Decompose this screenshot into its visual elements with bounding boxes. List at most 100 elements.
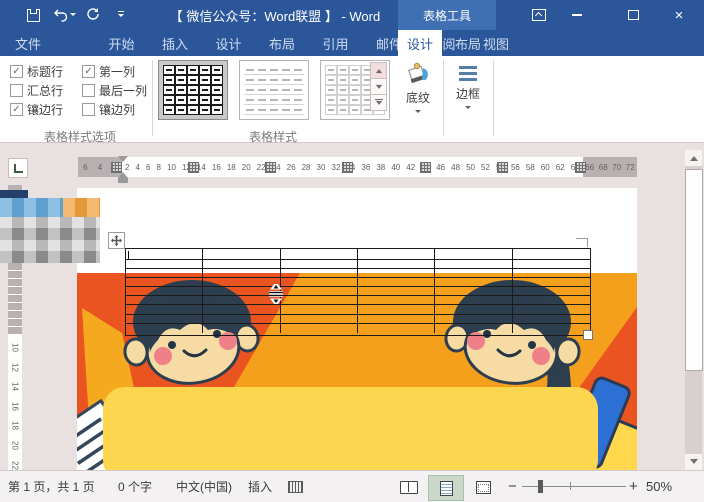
table-cell[interactable] [435, 287, 512, 296]
redo-icon[interactable] [82, 4, 104, 26]
word-count[interactable]: 0 个字 [118, 471, 152, 502]
table-cell[interactable] [358, 278, 435, 287]
table-column-marker[interactable] [342, 162, 353, 173]
checkbox-第一列[interactable]: ✓第一列 [82, 62, 160, 81]
checkbox-汇总行[interactable]: 汇总行 [10, 81, 82, 100]
table-cell[interactable] [281, 249, 358, 260]
table-cell[interactable] [358, 296, 435, 305]
checkbox-镶边列[interactable]: 镶边列 [82, 100, 160, 119]
table-cell[interactable] [358, 269, 435, 278]
table-cell[interactable] [513, 305, 590, 314]
first-line-indent-marker[interactable] [118, 156, 128, 167]
table-cell[interactable] [358, 315, 435, 324]
macro-icon[interactable] [288, 471, 303, 502]
document-table[interactable] [125, 248, 591, 336]
document-page[interactable] [77, 188, 637, 470]
table-cell[interactable] [126, 249, 203, 260]
zoom-level[interactable]: 50% [646, 471, 672, 502]
tab-5[interactable]: 引用 [314, 30, 358, 56]
tab-file[interactable]: 文件 [6, 30, 50, 56]
table-cell[interactable] [435, 249, 512, 260]
table-cell[interactable] [281, 260, 358, 269]
save-icon[interactable] [22, 4, 44, 26]
ribbon-display-icon[interactable] [524, 0, 554, 30]
table-cell[interactable] [281, 287, 358, 296]
table-cell[interactable] [435, 269, 512, 278]
scrollbar-thumb[interactable] [685, 169, 703, 371]
table-column-marker[interactable] [188, 162, 199, 173]
table-cell[interactable] [203, 269, 280, 278]
table-cell[interactable] [126, 269, 203, 278]
scroll-up-button[interactable] [685, 150, 702, 166]
maximize-icon[interactable] [618, 0, 648, 30]
table-cell[interactable] [435, 324, 512, 333]
read-mode-button[interactable] [392, 475, 426, 499]
gallery-scroll-down-button[interactable] [370, 78, 387, 95]
table-cell[interactable] [281, 315, 358, 324]
table-cell[interactable] [513, 296, 590, 305]
table-cell[interactable] [126, 296, 203, 305]
checkbox-最后一列[interactable]: 最后一列 [82, 81, 160, 100]
table-cell[interactable] [358, 287, 435, 296]
tab-2[interactable]: 插入 [153, 30, 197, 56]
table-cell[interactable] [126, 305, 203, 314]
table-cell[interactable] [513, 249, 590, 260]
table-cell[interactable] [435, 315, 512, 324]
tab-4[interactable]: 布局 [260, 30, 304, 56]
language-status[interactable]: 中文(中国) [176, 471, 232, 502]
gallery-scroll-up-button[interactable] [370, 62, 387, 79]
table-column-marker[interactable] [575, 162, 586, 173]
table-cell[interactable] [281, 305, 358, 314]
minimize-icon[interactable] [562, 0, 592, 30]
table-cell[interactable] [126, 315, 203, 324]
table-resize-handle[interactable] [583, 330, 593, 340]
horizontal-ruler[interactable]: 642 246810121416182022242628303234363840… [78, 157, 637, 177]
print-layout-button[interactable] [428, 475, 464, 501]
table-cell[interactable] [435, 305, 512, 314]
close-icon[interactable]: × [664, 0, 694, 30]
tab-context-0[interactable]: 设计 [398, 30, 442, 56]
table-cell[interactable] [513, 278, 590, 287]
table-cell[interactable] [513, 269, 590, 278]
table-cell[interactable] [435, 278, 512, 287]
tab-context-1[interactable]: 布局 [446, 30, 490, 56]
table-style-thumbnail-0[interactable] [158, 60, 228, 120]
hanging-indent-marker[interactable] [118, 167, 128, 178]
table-cell[interactable] [281, 324, 358, 333]
table-column-marker[interactable] [497, 162, 508, 173]
table-cell[interactable] [358, 249, 435, 260]
vertical-scrollbar[interactable] [685, 150, 702, 470]
table-cell[interactable] [126, 287, 203, 296]
customize-qat-icon[interactable] [110, 4, 132, 26]
table-cell[interactable] [126, 324, 203, 333]
insert-mode[interactable]: 插入 [248, 471, 272, 502]
zoom-out-button[interactable]: − [508, 471, 517, 502]
scroll-down-button[interactable] [685, 454, 702, 470]
table-cell[interactable] [203, 249, 280, 260]
gallery-more-button[interactable] [370, 94, 387, 111]
zoom-slider-thumb[interactable] [538, 480, 543, 493]
tab-3[interactable]: 设计 [207, 30, 251, 56]
table-cell[interactable] [435, 296, 512, 305]
table-cell[interactable] [358, 260, 435, 269]
borders-button[interactable]: 边框 [446, 60, 490, 130]
table-move-handle[interactable] [108, 232, 125, 249]
table-cell[interactable] [281, 296, 358, 305]
table-column-marker[interactable] [265, 162, 276, 173]
checkbox-镶边行[interactable]: ✓镶边行 [10, 100, 82, 119]
zoom-in-button[interactable]: + [629, 471, 638, 502]
table-column-marker[interactable] [420, 162, 431, 173]
table-cell[interactable] [203, 305, 280, 314]
web-layout-button[interactable] [466, 475, 500, 499]
table-cell[interactable] [513, 287, 590, 296]
tab-stop-selector[interactable] [8, 158, 28, 178]
table-cell[interactable] [513, 260, 590, 269]
table-cell[interactable] [358, 324, 435, 333]
page-info[interactable]: 第 1 页，共 1 页 [8, 471, 95, 502]
tab-1[interactable]: 开始 [100, 30, 144, 56]
table-cell[interactable] [203, 324, 280, 333]
table-cell[interactable] [126, 260, 203, 269]
table-style-thumbnail-1[interactable] [239, 60, 309, 120]
table-cell[interactable] [513, 324, 590, 333]
table-cell[interactable] [358, 305, 435, 314]
